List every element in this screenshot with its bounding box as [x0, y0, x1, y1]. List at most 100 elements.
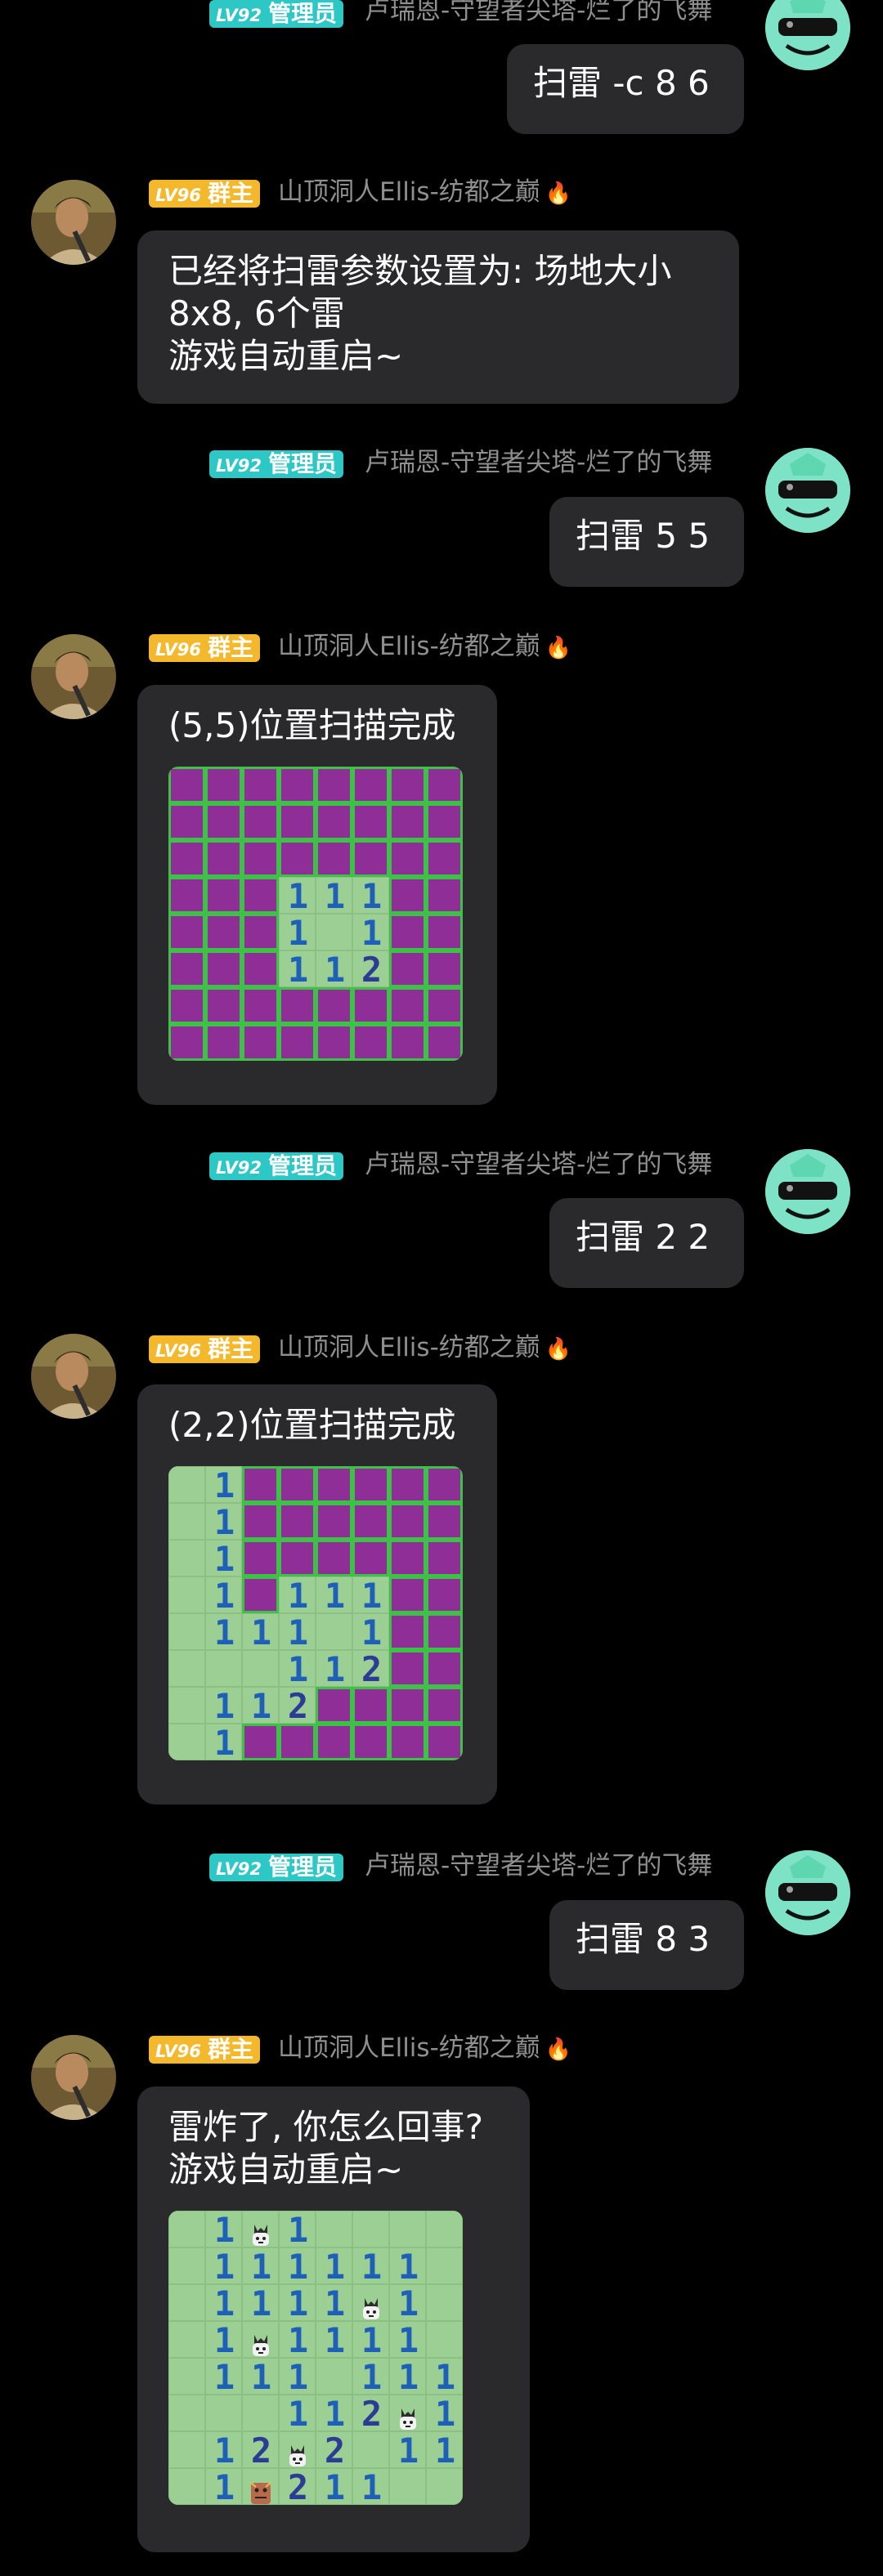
- sender-name[interactable]: 山顶洞人Ellis-纺都之巅 🔥: [278, 631, 571, 664]
- owner-avatar[interactable]: [31, 2035, 116, 2120]
- cell-number: 1: [287, 1649, 309, 1689]
- hidden-cell: [389, 1613, 426, 1650]
- revealed-cell: 1: [242, 1687, 279, 1724]
- user-avatar[interactable]: [765, 1149, 850, 1234]
- revealed-cell: [168, 2321, 205, 2358]
- hidden-cell: [316, 1024, 352, 1061]
- cell-number: 1: [324, 1576, 346, 1616]
- revealed-cell: [426, 2247, 463, 2284]
- hidden-cell: [389, 914, 426, 950]
- role-label: 群主: [207, 634, 253, 661]
- mine-icon: [397, 2400, 419, 2430]
- revealed-cell: [242, 2468, 279, 2505]
- revealed-cell: [316, 914, 352, 950]
- mine-icon: [249, 2216, 272, 2246]
- user-avatar[interactable]: [765, 0, 850, 70]
- cell-number: 1: [324, 2394, 346, 2434]
- revealed-cell: [168, 2284, 205, 2321]
- cell-number: 1: [434, 2394, 456, 2434]
- revealed-cell: 2: [352, 2395, 389, 2432]
- revealed-cell: [279, 2431, 316, 2468]
- message-bubble[interactable]: (5,5)位置扫描完成 1 1 1 1 1 1 1 2: [137, 685, 497, 1105]
- mine-icon: [286, 2437, 309, 2466]
- hidden-cell: [426, 877, 463, 914]
- user-avatar[interactable]: [765, 448, 850, 533]
- hidden-cell: [389, 840, 426, 877]
- owner-badge: LV96 群主: [149, 2036, 260, 2064]
- message-bubble[interactable]: 雷炸了, 你怎么回事? 游戏自动重启~ 1 1 1 1 1 1 1 1 1 1 1 1 1 1 1 1 1 1 1 1 1…: [137, 2086, 530, 2552]
- user-avatar[interactable]: [765, 1850, 850, 1935]
- hidden-cell: [352, 767, 389, 803]
- revealed-cell: [242, 1650, 279, 1687]
- message-text: 扫雷 5 5: [576, 516, 710, 556]
- cell-number: 1: [397, 2357, 419, 2397]
- revealed-cell: [168, 2358, 205, 2395]
- revealed-cell: 2: [316, 2431, 352, 2471]
- exploded-mine-icon: [249, 2474, 272, 2504]
- hidden-cell: [279, 803, 316, 840]
- cell-number: 1: [287, 2394, 309, 2434]
- cell-number: 1: [213, 1723, 235, 1760]
- revealed-cell: 1: [205, 2247, 242, 2285]
- hidden-cell: [279, 1024, 316, 1061]
- role-label: 管理员: [267, 0, 337, 27]
- level-label: LV92: [216, 1859, 262, 1879]
- hidden-cell: [242, 1024, 279, 1061]
- sender-name[interactable]: 卢瑞恩-守望者尖塔-烂了的飞舞: [365, 0, 712, 26]
- sender-name[interactable]: 卢瑞恩-守望者尖塔-烂了的飞舞: [365, 447, 712, 478]
- revealed-cell: [426, 2284, 463, 2321]
- hidden-cell: [242, 803, 279, 840]
- level-label: LV96: [155, 2042, 201, 2061]
- hidden-cell: [242, 950, 279, 987]
- cell-number: 2: [324, 2431, 346, 2471]
- revealed-cell: [426, 2468, 463, 2505]
- hidden-cell: [389, 1724, 426, 1760]
- owner-avatar[interactable]: [31, 1334, 116, 1419]
- cell-number: 1: [287, 2320, 309, 2360]
- hidden-cell: [205, 950, 242, 987]
- message-bubble[interactable]: 扫雷 8 3: [549, 1900, 744, 1990]
- revealed-cell: [426, 2211, 463, 2247]
- hidden-cell: [205, 877, 242, 914]
- hidden-cell: [205, 767, 242, 803]
- revealed-cell: 1: [279, 2283, 316, 2323]
- cell-number: 2: [287, 1686, 309, 1726]
- hidden-cell: [352, 1503, 389, 1540]
- sender-name[interactable]: 山顶洞人Ellis-纺都之巅 🔥: [278, 1332, 571, 1365]
- sender-name[interactable]: 卢瑞恩-守望者尖塔-烂了的飞舞: [365, 1850, 712, 1881]
- revealed-cell: 1: [316, 877, 352, 915]
- owner-avatar[interactable]: [31, 634, 116, 719]
- hidden-cell: [426, 987, 463, 1024]
- hidden-cell: [168, 803, 205, 840]
- cell-number: 1: [324, 1649, 346, 1689]
- message-bubble[interactable]: 已经将扫雷参数设置为: 场地大小 8x8, 6个雷 游戏自动重启~: [137, 230, 739, 404]
- sender-name[interactable]: 卢瑞恩-守望者尖塔-烂了的飞舞: [365, 1149, 712, 1180]
- sender-name[interactable]: 山顶洞人Ellis-纺都之巅 🔥: [278, 177, 571, 209]
- revealed-cell: 2: [279, 1687, 316, 1724]
- message-bubble[interactable]: 扫雷 5 5: [549, 497, 744, 587]
- message-bubble[interactable]: 扫雷 -c 8 6: [507, 44, 744, 134]
- revealed-cell: 1: [279, 2394, 316, 2434]
- revealed-cell: [205, 1650, 242, 1687]
- revealed-cell: [168, 2395, 205, 2431]
- admin-badge: LV92 管理员: [209, 1152, 343, 1180]
- revealed-cell: 1: [316, 1649, 352, 1689]
- message-bubble[interactable]: (2,2)位置扫描完成 1 1 1 1 1 1 1 1 1 1 1 1 1 2 1 1 2 1: [137, 1384, 497, 1805]
- revealed-cell: [352, 2284, 389, 2321]
- hidden-cell: [205, 840, 242, 877]
- hidden-cell: [352, 1724, 389, 1760]
- hidden-cell: [168, 877, 205, 914]
- sender-name[interactable]: 山顶洞人Ellis-纺都之巅 🔥: [278, 2033, 571, 2065]
- hidden-cell: [426, 1724, 463, 1760]
- role-label: 群主: [207, 2036, 253, 2063]
- hidden-cell: [242, 1503, 279, 1540]
- cell-number: 2: [361, 950, 383, 990]
- cell-number: 1: [213, 1612, 235, 1652]
- hidden-cell: [389, 1576, 426, 1613]
- cell-number: 1: [213, 2211, 235, 2250]
- revealed-cell: 1: [316, 2394, 352, 2434]
- message-bubble[interactable]: 扫雷 2 2: [549, 1198, 744, 1288]
- owner-avatar[interactable]: [31, 180, 116, 265]
- cell-number: 1: [213, 1502, 235, 1542]
- cell-number: 1: [287, 2283, 309, 2323]
